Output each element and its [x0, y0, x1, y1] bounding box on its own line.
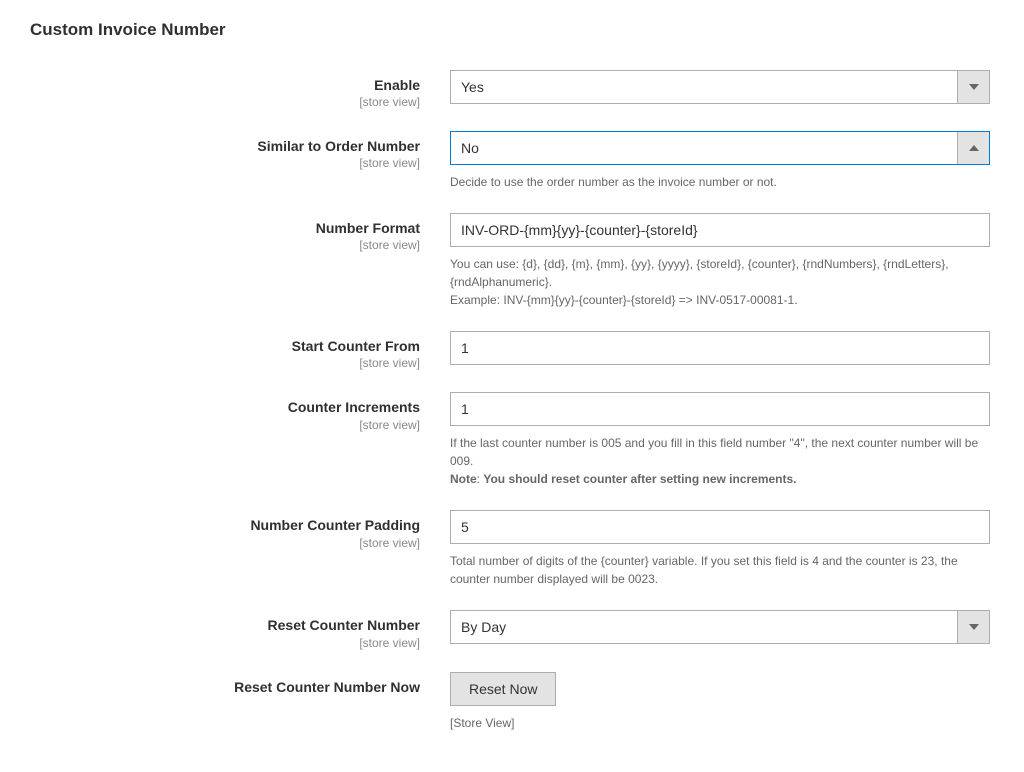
field-row-counter-increments: Counter Increments [store view] If the l…: [30, 392, 994, 488]
field-row-padding: Number Counter Padding [store view] Tota…: [30, 510, 994, 588]
padding-help: Total number of digits of the {counter} …: [450, 552, 990, 588]
scope-label: [store view]: [30, 418, 420, 432]
enable-select[interactable]: Yes: [450, 70, 990, 104]
input-col: You can use: {d}, {dd}, {m}, {mm}, {yy},…: [450, 213, 990, 309]
label-col: Reset Counter Number [store view]: [30, 610, 450, 649]
field-row-number-format: Number Format [store view] You can use: …: [30, 213, 994, 309]
reset-now-label: Reset Counter Number Now: [30, 678, 420, 696]
reset-counter-label: Reset Counter Number: [30, 616, 420, 634]
scope-label: [store view]: [30, 238, 420, 252]
reset-counter-select[interactable]: By Day: [450, 610, 990, 644]
reset-now-button[interactable]: Reset Now: [450, 672, 556, 706]
input-col: If the last counter number is 005 and yo…: [450, 392, 990, 488]
input-col: Total number of digits of the {counter} …: [450, 510, 990, 588]
similar-to-order-help: Decide to use the order number as the in…: [450, 173, 990, 191]
reset-now-scope: [Store View]: [450, 716, 990, 730]
start-counter-input[interactable]: [450, 331, 990, 365]
section-title: Custom Invoice Number: [30, 20, 994, 40]
counter-increments-help: If the last counter number is 005 and yo…: [450, 434, 990, 488]
padding-label: Number Counter Padding: [30, 516, 420, 534]
padding-input[interactable]: [450, 510, 990, 544]
label-col: Number Format [store view]: [30, 213, 450, 309]
enable-label: Enable: [30, 76, 420, 94]
similar-to-order-label: Similar to Order Number: [30, 137, 420, 155]
scope-label: [store view]: [30, 636, 420, 650]
similar-to-order-select-value: No: [451, 132, 957, 164]
chevron-up-icon: [957, 132, 989, 164]
counter-increments-label: Counter Increments: [30, 398, 420, 416]
label-col: Reset Counter Number Now: [30, 672, 450, 730]
scope-label: [store view]: [30, 95, 420, 109]
input-col: No Decide to use the order number as the…: [450, 131, 990, 191]
field-row-reset-now: Reset Counter Number Now Reset Now [Stor…: [30, 672, 994, 730]
field-row-enable: Enable [store view] Yes: [30, 70, 994, 109]
label-col: Start Counter From [store view]: [30, 331, 450, 370]
start-counter-label: Start Counter From: [30, 337, 420, 355]
input-col: [450, 331, 990, 370]
enable-select-value: Yes: [451, 71, 957, 103]
input-col: Reset Now [Store View]: [450, 672, 990, 730]
field-row-similar-to-order: Similar to Order Number [store view] No …: [30, 131, 994, 191]
scope-label: [store view]: [30, 156, 420, 170]
scope-label: [store view]: [30, 536, 420, 550]
input-col: Yes: [450, 70, 990, 109]
number-format-help: You can use: {d}, {dd}, {m}, {mm}, {yy},…: [450, 255, 990, 309]
number-format-label: Number Format: [30, 219, 420, 237]
field-row-start-counter: Start Counter From [store view]: [30, 331, 994, 370]
counter-increments-input[interactable]: [450, 392, 990, 426]
input-col: By Day: [450, 610, 990, 649]
number-format-input[interactable]: [450, 213, 990, 247]
similar-to-order-select[interactable]: No: [450, 131, 990, 165]
chevron-down-icon: [957, 611, 989, 643]
label-col: Number Counter Padding [store view]: [30, 510, 450, 588]
label-col: Counter Increments [store view]: [30, 392, 450, 488]
label-col: Enable [store view]: [30, 70, 450, 109]
chevron-down-icon: [957, 71, 989, 103]
scope-label: [store view]: [30, 356, 420, 370]
reset-counter-select-value: By Day: [451, 611, 957, 643]
field-row-reset-counter: Reset Counter Number [store view] By Day: [30, 610, 994, 649]
label-col: Similar to Order Number [store view]: [30, 131, 450, 191]
